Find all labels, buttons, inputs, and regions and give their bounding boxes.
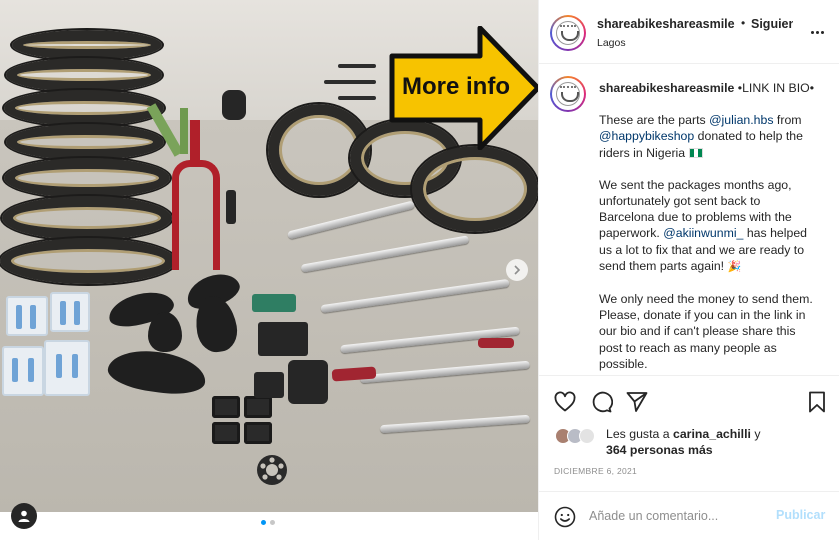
chevron-right-icon bbox=[514, 265, 521, 275]
caption-text: We only need the money to send them. Ple… bbox=[599, 292, 813, 371]
publish-button[interactable]: Publicar bbox=[776, 508, 825, 522]
tagged-users-button[interactable] bbox=[11, 503, 37, 529]
caption-first-line: •LINK IN BIO• bbox=[734, 81, 815, 95]
crank-arm bbox=[288, 360, 328, 404]
likes-prefix: Les gusta a bbox=[606, 427, 673, 441]
green-frame-tube bbox=[180, 108, 188, 154]
tire-right-3 bbox=[412, 146, 538, 232]
grip-box-4 bbox=[44, 340, 90, 396]
bike-logo-icon bbox=[556, 21, 580, 45]
photo-bottom-bar bbox=[0, 512, 538, 540]
tire-stack-7 bbox=[0, 238, 176, 284]
grip-box-3 bbox=[2, 346, 44, 396]
stem-part bbox=[254, 372, 284, 398]
red-fork bbox=[172, 160, 220, 270]
user-tag-icon bbox=[18, 510, 30, 522]
caption: shareabikeshareasmile •LINK IN BIO• Thes… bbox=[599, 80, 815, 375]
more-options-icon[interactable] bbox=[807, 24, 827, 40]
comment-input[interactable] bbox=[589, 506, 767, 526]
more-info-arrow[interactable]: More info bbox=[388, 26, 538, 150]
pedal-1 bbox=[212, 396, 240, 418]
likes-count[interactable]: 364 personas más bbox=[606, 443, 713, 457]
grips-black bbox=[258, 322, 308, 356]
likes-summary[interactable]: Les gusta a carina_achilli y 364 persona… bbox=[555, 426, 825, 458]
paper-plane-icon[interactable] bbox=[625, 390, 649, 414]
seatpost bbox=[226, 190, 236, 224]
carousel-dot-1 bbox=[261, 520, 266, 525]
header-separator: • bbox=[741, 16, 746, 30]
caption-text: These are the parts bbox=[599, 113, 710, 128]
comments-panel[interactable]: shareabikeshareasmile •LINK IN BIO• Thes… bbox=[539, 64, 839, 375]
following-button[interactable]: Siguiendo bbox=[751, 17, 793, 31]
more-info-label: More info bbox=[402, 73, 510, 100]
red-grip-2 bbox=[478, 338, 514, 348]
nigeria-flag-icon bbox=[688, 147, 703, 158]
tire-stack-6 bbox=[2, 196, 172, 240]
grip-box-1 bbox=[6, 296, 48, 336]
instagram-post-modal: More info shareabikeshareasmile • Siguie… bbox=[0, 0, 839, 540]
header-location[interactable]: Lagos bbox=[597, 37, 626, 49]
saddle-5 bbox=[148, 312, 182, 352]
avatar[interactable] bbox=[550, 15, 586, 51]
party-popper-icon: 🎉 bbox=[727, 260, 742, 273]
post-sidebar: shareabikeshareasmile • Siguiendo Lagos … bbox=[538, 0, 839, 540]
grips-green bbox=[252, 294, 296, 312]
post-photo[interactable]: More info bbox=[0, 0, 538, 540]
tire-stack-3 bbox=[4, 90, 164, 126]
caption-text: from bbox=[773, 113, 802, 128]
header-username[interactable]: shareabikeshareasmile bbox=[597, 17, 735, 31]
comment-composer: Publicar bbox=[539, 491, 839, 540]
smiley-icon[interactable] bbox=[554, 506, 576, 528]
chainring-icon bbox=[257, 455, 287, 485]
caption-username[interactable]: shareabikeshareasmile bbox=[599, 81, 734, 95]
carousel-dot-2 bbox=[270, 520, 275, 525]
likes-text: Les gusta a carina_achilli y 364 persona… bbox=[606, 426, 761, 458]
caption-avatar[interactable] bbox=[550, 76, 586, 112]
bike-logo-icon bbox=[556, 82, 580, 106]
liker-username[interactable]: carina_achilli bbox=[673, 427, 751, 441]
tire-stack-4 bbox=[6, 124, 164, 160]
menu-lines-icon bbox=[324, 64, 378, 104]
mention-link[interactable]: @julian.hbs bbox=[709, 113, 773, 127]
mention-link[interactable]: @akiinwunmi_ bbox=[663, 226, 743, 240]
carousel-next-button[interactable] bbox=[506, 259, 528, 281]
pedal-2 bbox=[244, 396, 272, 418]
post-actions: Les gusta a carina_achilli y 364 persona… bbox=[539, 375, 839, 491]
pedal-3 bbox=[212, 422, 240, 444]
mention-link[interactable]: @happybikeshop bbox=[599, 129, 694, 143]
tire-stack-1 bbox=[12, 30, 162, 60]
post-header: shareabikeshareasmile • Siguiendo Lagos bbox=[539, 0, 839, 64]
heart-icon[interactable] bbox=[553, 390, 577, 414]
pedal-4 bbox=[244, 422, 272, 444]
tire-stack-2 bbox=[6, 58, 162, 92]
likes-conj: y bbox=[750, 427, 761, 441]
liker-avatar bbox=[579, 428, 595, 444]
carousel-dots bbox=[261, 520, 275, 525]
comment-icon[interactable] bbox=[589, 390, 613, 414]
grip-box-2 bbox=[50, 292, 90, 332]
post-date[interactable]: DICIEMBRE 6, 2021 bbox=[554, 466, 637, 476]
tire-stack-5 bbox=[4, 158, 170, 198]
red-fork-stem bbox=[190, 120, 200, 164]
bookmark-icon[interactable] bbox=[805, 390, 829, 414]
headset-part bbox=[222, 90, 246, 120]
